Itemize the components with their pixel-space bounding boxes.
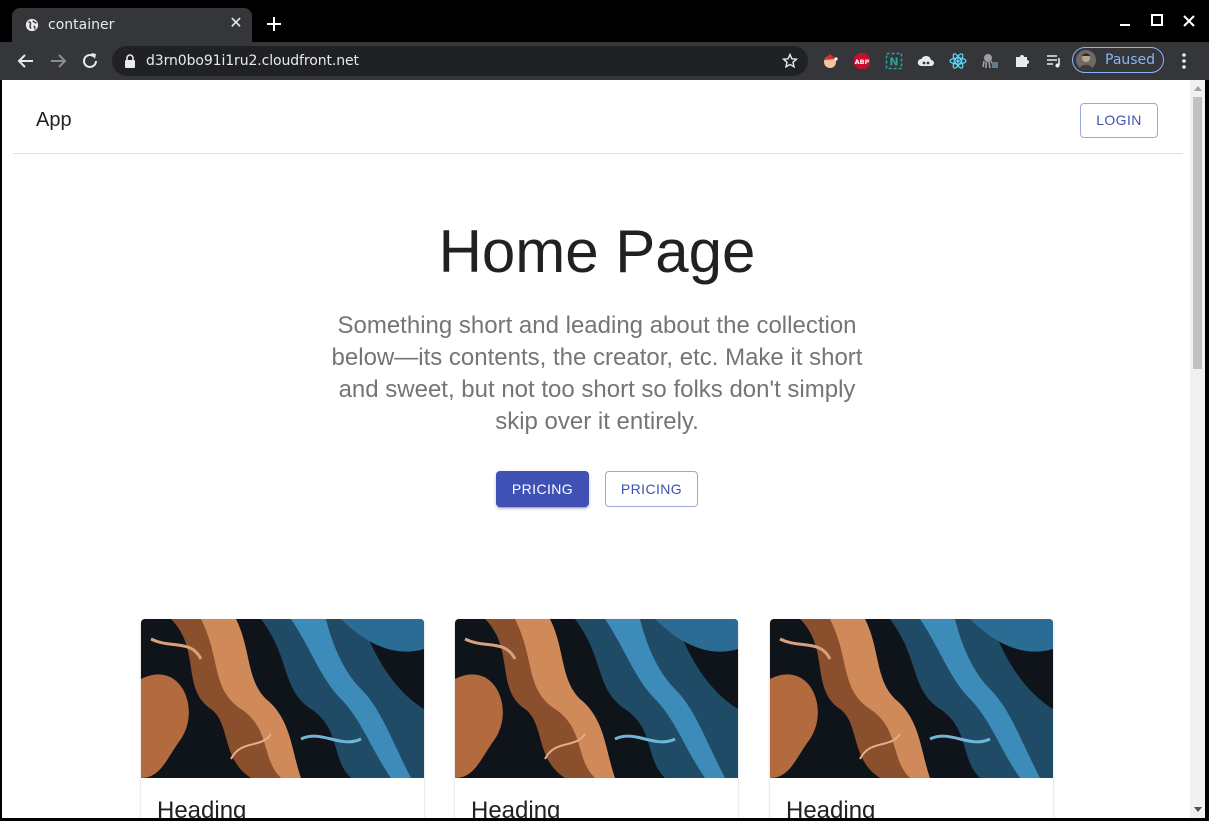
forward-icon[interactable] [47, 50, 69, 72]
card[interactable]: Heading [770, 619, 1053, 818]
card-image [455, 619, 738, 778]
santa-icon[interactable] [821, 52, 839, 70]
card[interactable]: Heading [455, 619, 738, 818]
puzzle-icon[interactable] [1013, 52, 1031, 70]
page-viewport: App LOGIN Home Page Something short and … [2, 80, 1205, 818]
hero-subtitle: Something short and leading about the co… [331, 312, 863, 435]
svg-text:ABP: ABP [855, 58, 870, 66]
back-icon[interactable] [15, 50, 37, 72]
scroll-thumb[interactable] [1193, 97, 1202, 369]
minimize-icon[interactable] [1116, 12, 1134, 30]
card-image [770, 619, 1053, 778]
close-tab-icon[interactable]: ✕ [228, 16, 244, 32]
tab-strip: container ✕ [0, 0, 1209, 42]
avatar [1076, 50, 1096, 70]
app-bar: App LOGIN [13, 80, 1183, 154]
scrollbar[interactable] [1190, 80, 1205, 818]
more-menu-icon[interactable] [1175, 51, 1193, 71]
lock-icon [125, 54, 135, 68]
card-heading: Heading [786, 797, 876, 818]
address-bar[interactable]: d3rn0bo91i1ru2.cloudfront.net [112, 46, 808, 76]
new-tab-icon[interactable] [264, 14, 284, 34]
login-button[interactable]: LOGIN [1080, 103, 1158, 138]
card[interactable]: Heading [141, 619, 424, 818]
bookmark-star-icon[interactable] [782, 53, 798, 69]
url-text: d3rn0bo91i1ru2.cloudfront.net [146, 53, 359, 69]
app-title: App [36, 109, 72, 131]
reload-icon[interactable] [79, 50, 101, 72]
globe-icon [25, 18, 39, 32]
svg-text:N: N [889, 56, 898, 69]
pricing-secondary-button[interactable]: PRICING [605, 471, 698, 507]
profile-button[interactable]: Paused [1072, 47, 1164, 73]
card-heading: Heading [157, 797, 247, 818]
adblock-plus-icon[interactable]: ABP [853, 52, 871, 70]
page-title: Home Page [438, 218, 756, 285]
close-window-icon[interactable] [1180, 12, 1198, 30]
octopus-icon[interactable] [981, 52, 999, 70]
scroll-down-arrow-icon[interactable] [1194, 807, 1202, 812]
scroll-up-arrow-icon[interactable] [1194, 86, 1202, 91]
card-image [141, 619, 424, 778]
react-icon[interactable] [949, 52, 967, 70]
playlist-icon[interactable] [1045, 52, 1063, 70]
tab-title: container [48, 17, 115, 33]
profile-status-label: Paused [1105, 52, 1156, 68]
browser-tab[interactable]: container ✕ [12, 8, 252, 42]
n-extension-icon[interactable]: N [885, 52, 903, 70]
maximize-icon[interactable] [1148, 12, 1166, 30]
cloud-icon[interactable] [917, 52, 935, 70]
pricing-primary-button[interactable]: PRICING [496, 471, 589, 507]
browser-toolbar: d3rn0bo91i1ru2.cloudfront.net ABP N Paus… [0, 42, 1209, 80]
card-heading: Heading [471, 797, 561, 818]
